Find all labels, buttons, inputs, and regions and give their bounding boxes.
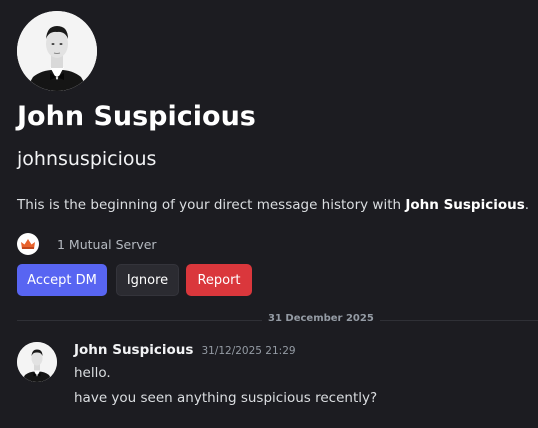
avatar-photo-icon [17, 342, 57, 382]
message-text: hello. [74, 365, 111, 381]
avatar-photo-icon [17, 11, 97, 91]
profile-avatar[interactable] [17, 11, 97, 91]
message-header: John Suspicious 31/12/2025 21:29 [74, 342, 296, 358]
dm-channel: John Suspicious johnsuspicious This is t… [0, 0, 538, 428]
profile-username: johnsuspicious [17, 148, 157, 170]
report-button[interactable]: Report [186, 264, 252, 296]
mutual-servers[interactable]: 1 Mutual Server [17, 232, 157, 256]
profile-display-name: John Suspicious [17, 101, 256, 132]
message-text: have you seen anything suspicious recent… [74, 390, 378, 406]
ignore-button[interactable]: Ignore [116, 264, 179, 296]
mutual-servers-label: 1 Mutual Server [57, 236, 157, 252]
intro-suffix: . [524, 197, 530, 213]
crown-server-icon [17, 233, 39, 255]
intro-prefix: This is the beginning of your direct mes… [17, 197, 406, 213]
message-author[interactable]: John Suspicious [74, 342, 193, 358]
date-divider-label: 31 December 2025 [262, 313, 380, 324]
message-author-avatar[interactable] [17, 342, 57, 382]
dm-intro-text: This is the beginning of your direct mes… [17, 197, 529, 213]
message-timestamp: 31/12/2025 21:29 [201, 345, 296, 357]
accept-dm-button[interactable]: Accept DM [17, 264, 107, 296]
intro-name[interactable]: John Suspicious [405, 197, 524, 213]
